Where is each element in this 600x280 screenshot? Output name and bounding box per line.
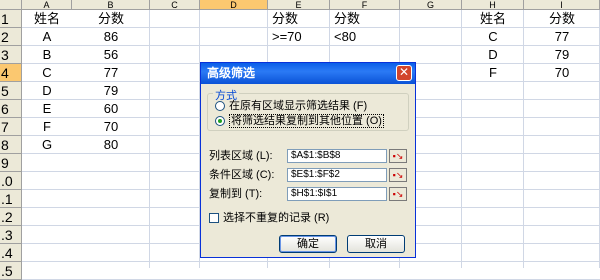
row-header[interactable]: .4 [0, 244, 22, 262]
radio-selected-icon [215, 116, 225, 127]
cell-b5[interactable]: 79 [72, 82, 150, 100]
cell-a1[interactable]: 姓名 [22, 10, 72, 28]
row-header[interactable]: 9 [0, 154, 22, 172]
cell-e1[interactable]: 分数 [268, 10, 330, 28]
list-range-input[interactable]: $A$1:$B$8 [287, 149, 387, 163]
list-range-collapse-icon[interactable]: ▪↘ [389, 149, 407, 163]
cell-b7[interactable]: 70 [72, 118, 150, 136]
row-header[interactable]: 6 [0, 100, 22, 118]
row-header[interactable]: .1 [0, 190, 22, 208]
row-header[interactable]: 8 [0, 136, 22, 154]
dialog-title: 高级筛选 [201, 63, 415, 84]
close-icon[interactable]: ✕ [396, 65, 412, 81]
select-all-corner[interactable] [0, 0, 22, 10]
cell-b1[interactable]: 分数 [72, 10, 150, 28]
cell-a3[interactable]: B [22, 46, 72, 64]
cell-i2[interactable]: 77 [524, 28, 600, 46]
radio-copy-to-location-label: 将筛选结果复制到其他位置 (O) [229, 114, 384, 128]
cell-b8[interactable]: 80 [72, 136, 150, 154]
cell-f1[interactable]: 分数 [330, 10, 400, 28]
cell-i4[interactable]: 70 [524, 64, 600, 82]
ok-button[interactable]: 确定 [279, 235, 337, 253]
unique-records-checkbox[interactable]: 选择不重复的记录 (R) [209, 211, 329, 225]
cell-b3[interactable]: 56 [72, 46, 150, 64]
column-header-a[interactable]: A [22, 0, 72, 10]
row-header[interactable]: 7 [0, 118, 22, 136]
cell-a5[interactable]: D [22, 82, 72, 100]
cancel-button[interactable]: 取消 [347, 235, 405, 253]
row-header[interactable]: 5 [0, 82, 22, 100]
radio-copy-to-location[interactable]: 将筛选结果复制到其他位置 (O) [215, 114, 384, 128]
column-header-e[interactable]: E [268, 0, 330, 10]
radio-icon [215, 101, 225, 112]
column-header-h[interactable]: H [462, 0, 524, 10]
cell-h1[interactable]: 姓名 [462, 10, 524, 28]
radio-filter-in-place[interactable]: 在原有区域显示筛选结果 (F) [215, 99, 367, 113]
row-header[interactable]: .5 [0, 262, 22, 280]
cell-b6[interactable]: 60 [72, 100, 150, 118]
cell-i3[interactable]: 79 [524, 46, 600, 64]
cell-a4[interactable]: C [22, 64, 72, 82]
cell-h3[interactable]: D [462, 46, 524, 64]
row-header[interactable]: .2 [0, 208, 22, 226]
cell-a2[interactable]: A [22, 28, 72, 46]
row-header[interactable]: .0 [0, 172, 22, 190]
row-header[interactable]: 1 [0, 10, 22, 28]
checkbox-icon [209, 213, 219, 224]
row-header[interactable]: 2 [0, 28, 22, 46]
advanced-filter-dialog: 高级筛选 ✕ 方式 在原有区域显示筛选结果 (F) 将筛选结果复制到其他位置 (… [200, 62, 416, 258]
column-header-g[interactable]: G [400, 0, 462, 10]
cell-e2[interactable]: >=70 [268, 28, 330, 46]
criteria-range-label: 条件区域 (C): [209, 169, 275, 181]
cell-a8[interactable]: G [22, 136, 72, 154]
cell-h2[interactable]: C [462, 28, 524, 46]
column-header-i[interactable]: I [524, 0, 600, 10]
row-header[interactable]: .3 [0, 226, 22, 244]
column-header-b[interactable]: B [72, 0, 150, 10]
copy-to-collapse-icon[interactable]: ▪↘ [389, 187, 407, 201]
copy-to-input[interactable]: $H$1:$I$1 [287, 187, 387, 201]
column-header-c[interactable]: C [150, 0, 200, 10]
cell-b2[interactable]: 86 [72, 28, 150, 46]
list-range-label: 列表区域 (L): [209, 150, 273, 162]
cell-a6[interactable]: E [22, 100, 72, 118]
cell-i1[interactable]: 分数 [524, 10, 600, 28]
cell-f2[interactable]: <80 [330, 28, 400, 46]
radio-filter-in-place-label: 在原有区域显示筛选结果 (F) [229, 100, 368, 112]
column-header-f[interactable]: F [330, 0, 400, 10]
column-header-d[interactable]: D [200, 0, 268, 10]
cell-a7[interactable]: F [22, 118, 72, 136]
row-header[interactable]: 4 [0, 64, 22, 82]
copy-to-label: 复制到 (T): [209, 188, 263, 200]
cell-h4[interactable]: F [462, 64, 524, 82]
row-header[interactable]: 3 [0, 46, 22, 64]
gridline [22, 261, 600, 262]
criteria-range-input[interactable]: $E$1:$F$2 [287, 168, 387, 182]
unique-records-label: 选择不重复的记录 (R) [223, 212, 330, 224]
criteria-range-collapse-icon[interactable]: ▪↘ [389, 168, 407, 182]
cell-b4[interactable]: 77 [72, 64, 150, 82]
